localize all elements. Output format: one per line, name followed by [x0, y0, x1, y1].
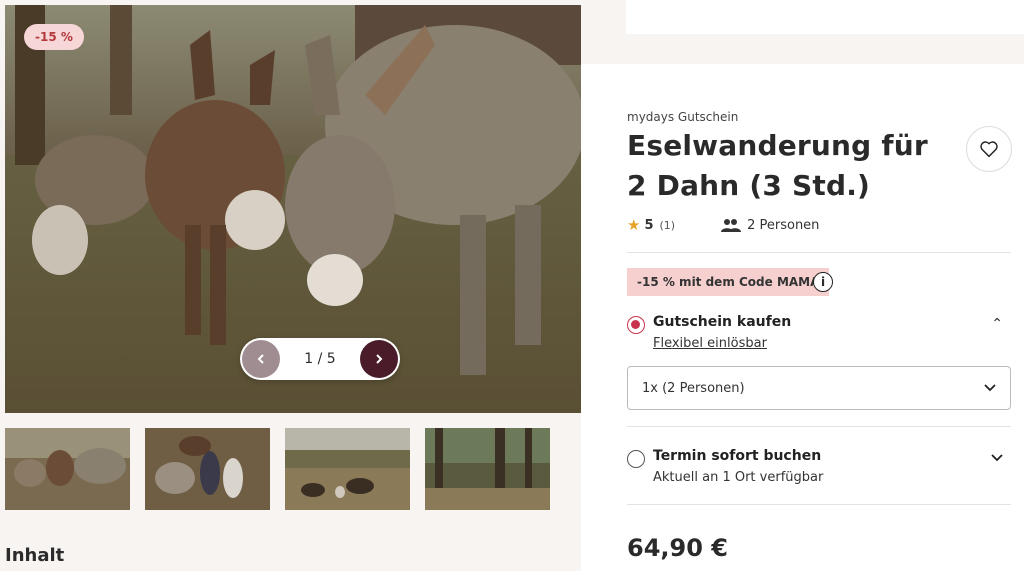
divider — [627, 252, 1011, 253]
radio-voucher[interactable] — [627, 316, 645, 334]
gallery-counter: 1 / 5 — [304, 351, 336, 367]
quantity-select-value: 1x (2 Personen) — [642, 380, 745, 396]
thumbnail-image — [5, 428, 130, 510]
chevron-down-icon[interactable] — [991, 454, 1003, 462]
divider — [627, 426, 1011, 427]
info-icon[interactable]: i — [813, 272, 833, 292]
gallery-next-button[interactable] — [360, 340, 398, 378]
discount-badge: -15 % — [24, 24, 84, 50]
thumbnail-3[interactable] — [285, 428, 410, 510]
wishlist-button[interactable] — [966, 126, 1012, 172]
persons-info: 2 Personen — [721, 218, 819, 233]
gallery-pager: 1 / 5 — [240, 338, 400, 380]
product-title: Eselwanderung für 2 Dahn (3 Std.) — [627, 129, 928, 202]
thumbnail-2[interactable] — [145, 428, 270, 510]
header-strip — [626, 0, 1024, 34]
product-gallery[interactable]: -15 % 1 / 5 — [5, 5, 581, 413]
product-page: -15 % 1 / 5 Inhalt mydays Gutschein Esel… — [0, 0, 1024, 571]
persons-label: 2 Personen — [747, 217, 820, 233]
gallery-prev-button[interactable] — [242, 340, 280, 378]
thumbnail-strip — [5, 428, 550, 510]
quantity-select[interactable]: 1x (2 Personen) — [627, 366, 1011, 410]
chevron-up-icon[interactable]: ⌃ — [991, 316, 1003, 332]
option-voucher-label: Gutschein kaufen — [653, 314, 792, 330]
thumbnail-4[interactable] — [425, 428, 550, 510]
chevron-down-icon — [984, 384, 996, 392]
thumbnail-image — [145, 428, 270, 510]
promo-banner: -15 % mit dem Code MAMA — [627, 268, 830, 296]
rating-value: 5 — [644, 217, 654, 233]
section-title: Inhalt — [5, 545, 65, 566]
option-voucher-link[interactable]: Flexibel einlösbar — [653, 336, 767, 351]
people-icon — [721, 219, 742, 232]
product-price: 64,90 € — [627, 534, 728, 562]
option-booking-sublabel: Aktuell an 1 Ort verfügbar — [653, 470, 824, 485]
star-icon: ★ — [627, 216, 641, 234]
heart-icon — [980, 141, 998, 158]
thumbnail-image — [285, 428, 410, 510]
rating-count[interactable]: (1) — [660, 219, 676, 232]
divider — [627, 504, 1011, 505]
option-booking-label: Termin sofort buchen — [653, 448, 822, 464]
chevron-left-icon — [257, 354, 264, 364]
product-meta: ★ 5 (1) 2 Personen — [627, 216, 819, 234]
option-voucher[interactable]: Gutschein kaufen Flexibel einlösbar ⌃ — [627, 314, 1011, 354]
product-brand: mydays Gutschein — [627, 110, 739, 124]
option-booking[interactable]: Termin sofort buchen Aktuell an 1 Ort ve… — [627, 448, 1011, 488]
product-panel: mydays Gutschein Eselwanderung für 2 Dah… — [581, 64, 1024, 571]
thumbnail-1[interactable] — [5, 428, 130, 510]
radio-booking[interactable] — [627, 450, 645, 468]
chevron-right-icon — [376, 354, 383, 364]
thumbnail-image — [425, 428, 550, 510]
header-spacer — [626, 34, 1024, 64]
